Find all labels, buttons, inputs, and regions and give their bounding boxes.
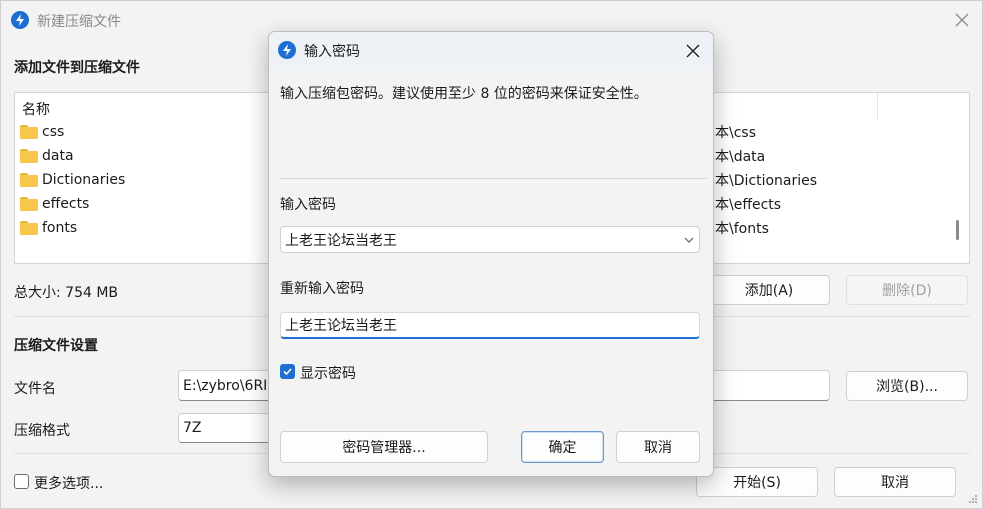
- format-label: 压缩格式: [14, 423, 70, 439]
- checkmark-icon: [283, 368, 292, 376]
- app-logo-icon: [278, 41, 296, 59]
- folder-icon: [20, 173, 38, 187]
- list-item-path: 本\effects: [715, 197, 782, 213]
- show-password-label[interactable]: 显示密码: [300, 363, 356, 383]
- list-item-path: 本\data: [715, 149, 766, 165]
- dialog-description: 输入压缩包密码。建议使用至少 8 位的密码来保证安全性。: [280, 86, 648, 102]
- list-item-path: 本\css: [715, 125, 757, 141]
- more-options-label[interactable]: 更多选项...: [34, 473, 103, 493]
- add-button[interactable]: 添加(A): [708, 275, 830, 305]
- chevron-down-icon[interactable]: [683, 235, 695, 245]
- folder-icon: [20, 125, 38, 139]
- folder-icon: [20, 149, 38, 163]
- folder-icon: [20, 221, 38, 235]
- delete-button[interactable]: 删除(D): [846, 275, 968, 305]
- folder-icon: [20, 197, 38, 211]
- password-dialog: 输入密码 输入压缩包密码。建议使用至少 8 位的密码来保证安全性。 输入密码 上…: [268, 31, 714, 477]
- archive-settings-title: 压缩文件设置: [14, 338, 98, 354]
- confirm-password-label: 重新输入密码: [280, 281, 364, 297]
- total-size-text: 总大小: 754 MB: [14, 285, 119, 301]
- resize-grip-icon[interactable]: [968, 494, 978, 504]
- list-item-name: effects: [42, 196, 90, 212]
- app-logo-icon: [11, 11, 29, 29]
- password-value: 上老王论坛当老王: [285, 232, 397, 249]
- list-item-name: data: [42, 148, 74, 164]
- divider: [280, 178, 707, 179]
- browse-button[interactable]: 浏览(B)...: [846, 371, 968, 401]
- list-item-name: fonts: [42, 220, 78, 236]
- add-files-section-title: 添加文件到压缩文件: [14, 60, 140, 76]
- list-item-path: 本\Dictionaries: [715, 173, 818, 189]
- column-divider[interactable]: [877, 93, 878, 119]
- start-button[interactable]: 开始(S): [696, 467, 818, 497]
- dialog-titlebar: 输入密码: [269, 32, 713, 70]
- list-item-name: Dictionaries: [42, 172, 126, 188]
- password-combobox[interactable]: 上老王论坛当老王: [280, 226, 700, 253]
- confirm-password-input[interactable]: 上老王论坛当老王: [280, 312, 700, 339]
- dialog-cancel-button[interactable]: 取消: [616, 431, 700, 463]
- list-item[interactable]: Dictionaries: [20, 169, 125, 191]
- ok-button[interactable]: 确定: [521, 431, 604, 463]
- filename-label: 文件名: [14, 381, 56, 397]
- dialog-close-icon[interactable]: [683, 41, 703, 61]
- main-window-title: 新建压缩文件: [37, 14, 121, 30]
- password-manager-button[interactable]: 密码管理器...: [280, 431, 488, 463]
- main-cancel-button[interactable]: 取消: [834, 467, 956, 497]
- list-item[interactable]: data: [20, 145, 74, 167]
- list-item[interactable]: effects: [20, 193, 89, 215]
- password-label: 输入密码: [280, 197, 336, 213]
- more-options-checkbox[interactable]: [14, 474, 29, 489]
- list-scrollbar[interactable]: [956, 220, 959, 240]
- dialog-title: 输入密码: [304, 44, 360, 60]
- list-item[interactable]: css: [20, 121, 64, 143]
- list-item-name: css: [42, 124, 65, 140]
- main-close-icon[interactable]: [952, 10, 972, 30]
- show-password-checkbox[interactable]: [280, 364, 295, 379]
- column-header-name[interactable]: 名称: [22, 99, 50, 119]
- list-item-path: 本\fonts: [715, 221, 769, 237]
- list-item[interactable]: fonts: [20, 217, 77, 239]
